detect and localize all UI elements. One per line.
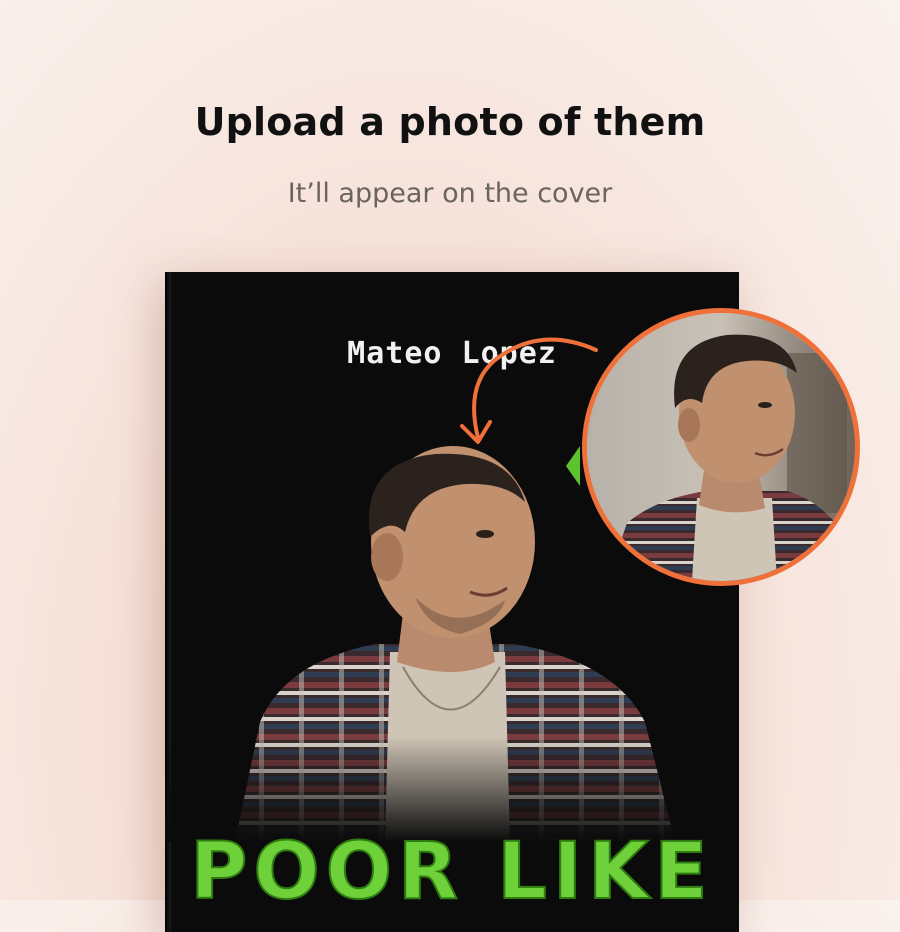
book-title: POOR LIKE bbox=[189, 826, 714, 918]
uploaded-person-photo bbox=[587, 313, 855, 581]
page-subtitle: It’ll appear on the cover bbox=[287, 178, 613, 209]
cover-green-tab bbox=[566, 446, 580, 486]
uploaded-photo-preview[interactable] bbox=[582, 308, 860, 586]
page-title: Upload a photo of them bbox=[194, 100, 706, 144]
